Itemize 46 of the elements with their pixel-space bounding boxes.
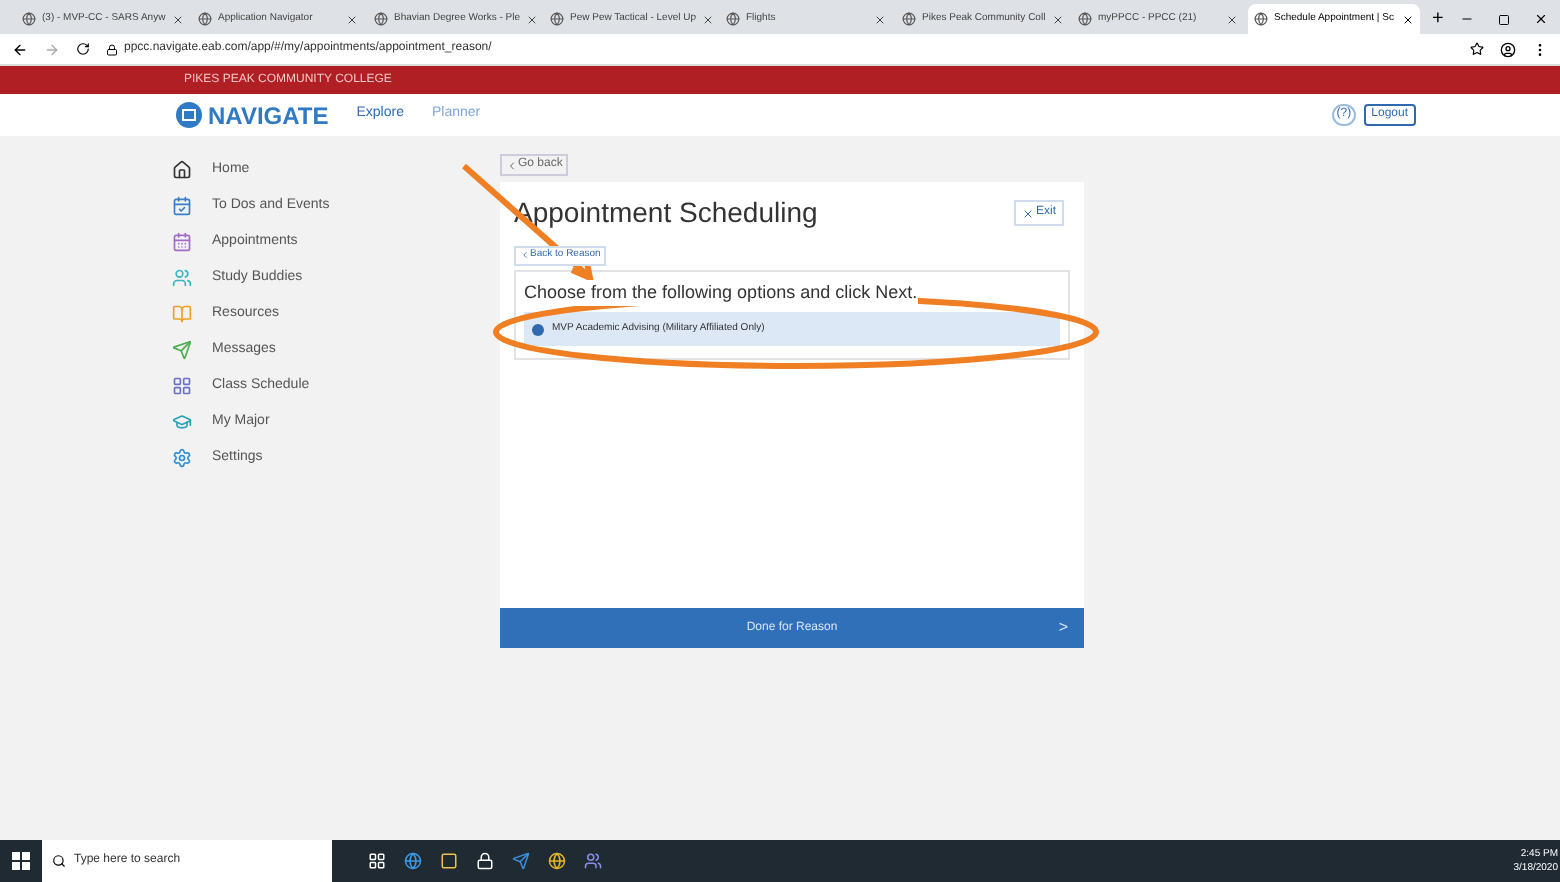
close-icon[interactable] (346, 13, 358, 25)
back-icon[interactable] (12, 41, 28, 57)
close-icon[interactable] (874, 13, 886, 25)
favicon-icon (550, 12, 564, 26)
favicon-icon (1078, 12, 1092, 26)
logo-icon (176, 102, 202, 128)
chevron-left-icon (506, 159, 518, 171)
close-icon[interactable] (1051, 13, 1064, 25)
logo-text: NAVIGATE (208, 99, 329, 133)
calendar-check-icon (172, 196, 192, 216)
close-icon[interactable] (1226, 13, 1238, 25)
reload-icon[interactable] (76, 42, 90, 56)
search-icon (52, 854, 66, 868)
task-view-icon[interactable] (368, 852, 386, 870)
paper-plane-icon (172, 340, 192, 360)
instruction-text: Choose from the following options and click Next. (524, 279, 918, 306)
grid-icon (172, 376, 192, 396)
new-tab-button[interactable]: + (1424, 4, 1452, 34)
favicon-icon (902, 12, 916, 26)
close-icon[interactable] (1534, 12, 1548, 26)
home-icon (172, 160, 192, 180)
people-icon (172, 268, 192, 288)
favicon-icon (374, 12, 388, 26)
minimize-icon[interactable] (1460, 12, 1474, 26)
lock-icon (106, 43, 118, 55)
favicon-icon (22, 12, 36, 26)
maximize-icon[interactable] (1498, 13, 1510, 25)
chevron-left-icon (520, 250, 530, 261)
radio-button[interactable] (532, 323, 544, 335)
teams-icon[interactable] (584, 852, 602, 870)
close-icon[interactable] (1402, 13, 1414, 25)
windows-logo-icon[interactable] (12, 852, 30, 870)
favicon-icon (726, 12, 740, 26)
settings-icon (172, 448, 192, 468)
book-icon (172, 304, 192, 324)
favicon-icon (1254, 12, 1268, 26)
close-icon[interactable] (171, 13, 184, 25)
calendar-icon (172, 232, 192, 252)
browser-icon[interactable] (404, 852, 422, 870)
close-icon (1021, 207, 1034, 219)
close-icon[interactable] (702, 13, 714, 25)
favicon-icon (198, 12, 212, 26)
profile-icon[interactable] (1500, 41, 1516, 57)
graduation-cap-icon (172, 412, 192, 432)
star-icon[interactable] (1470, 42, 1484, 56)
close-icon[interactable] (526, 13, 538, 25)
